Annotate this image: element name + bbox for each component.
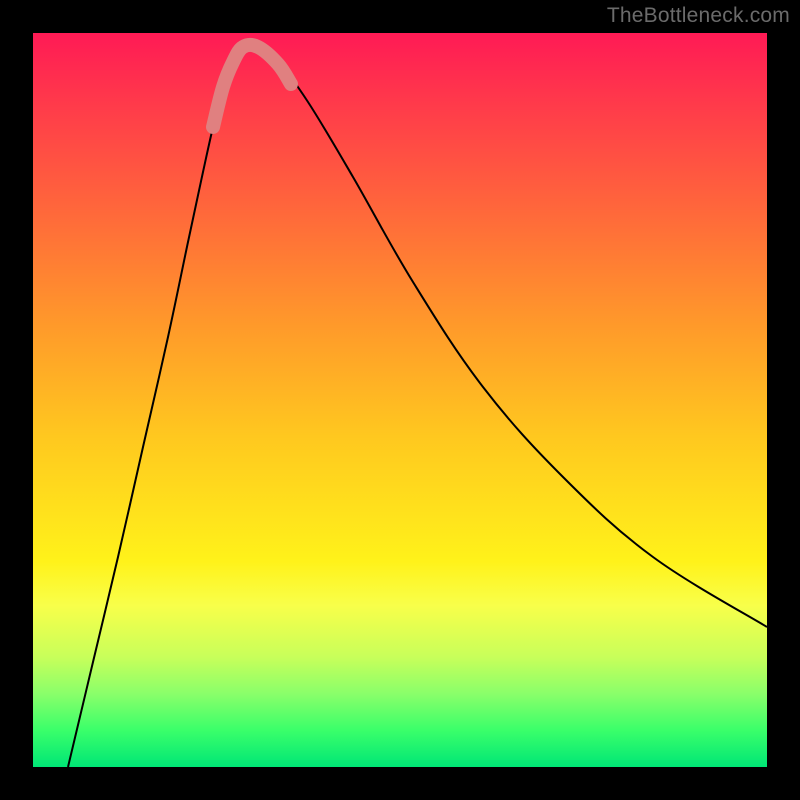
watermark-text: TheBottleneck.com — [607, 4, 790, 28]
bottleneck-chart — [33, 33, 767, 767]
bottleneck-curve — [68, 45, 767, 767]
good-fit-marker — [213, 45, 291, 127]
